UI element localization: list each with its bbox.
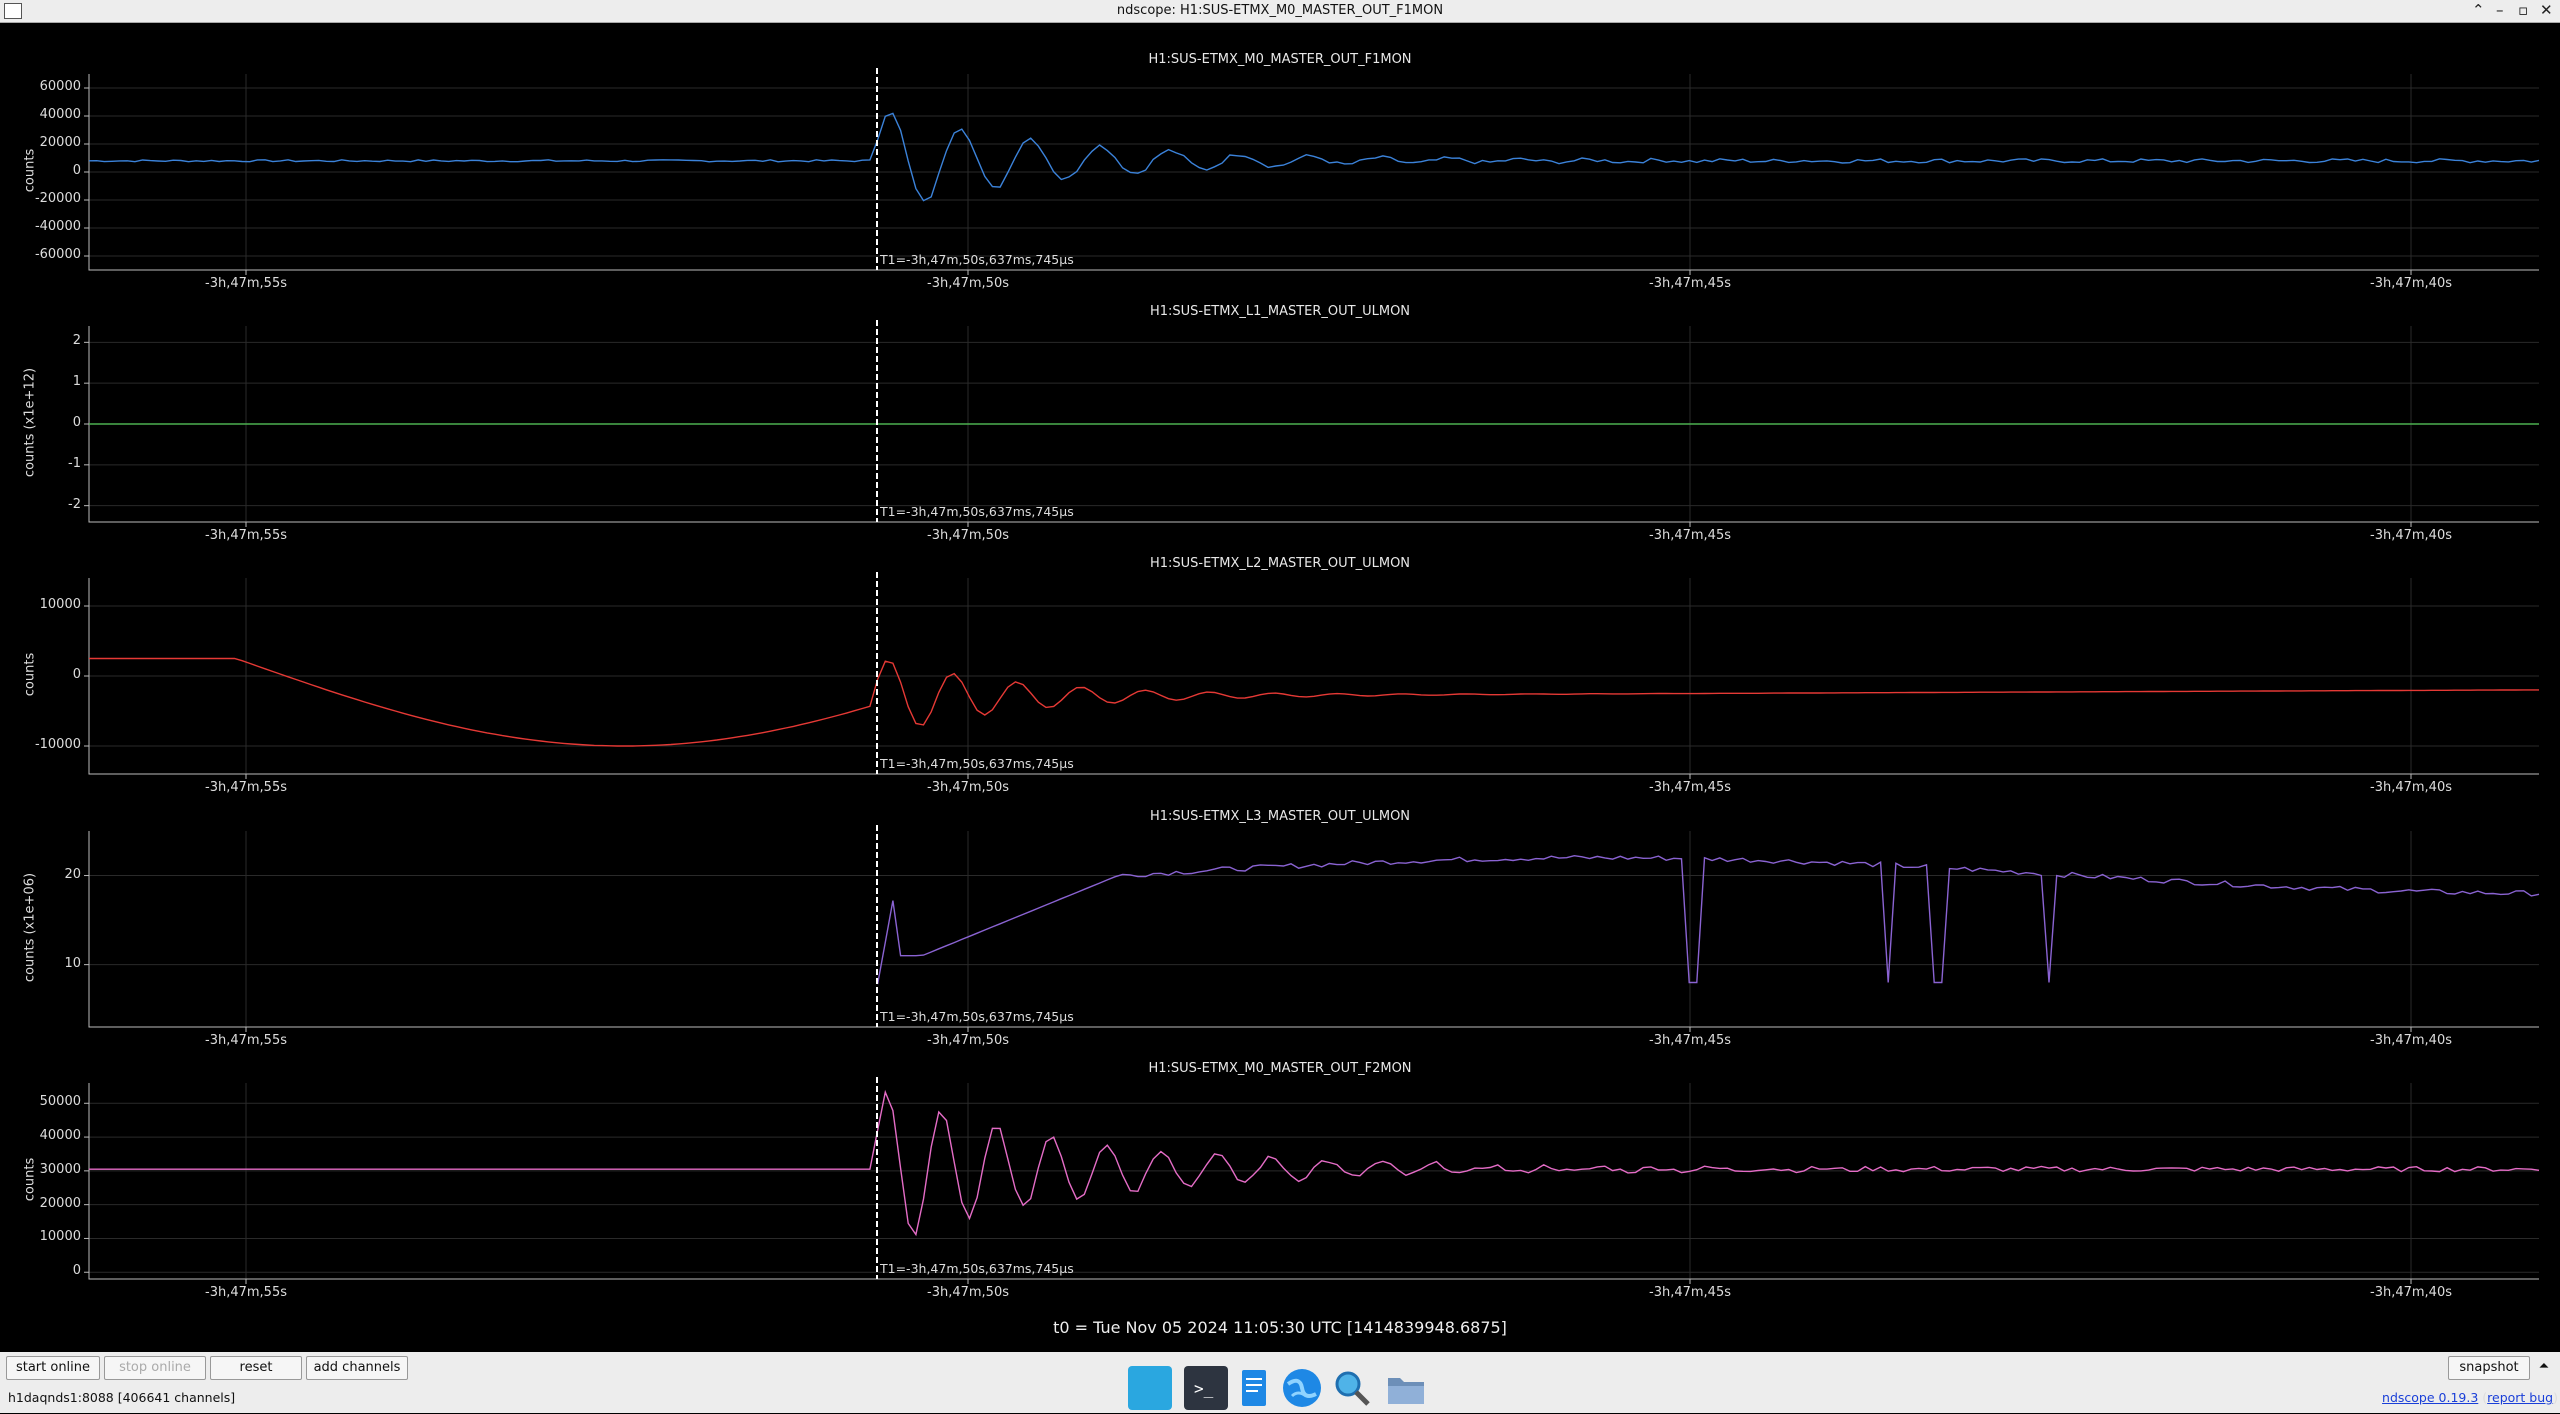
- stop-online-button[interactable]: stop online: [104, 1356, 206, 1380]
- maximize-button[interactable]: ▫: [2518, 1, 2528, 19]
- cursor-label: T1=-3h,47m,50s,637ms,745μs: [880, 252, 1074, 267]
- cursor-label: T1=-3h,47m,50s,637ms,745μs: [880, 756, 1074, 771]
- terminal-icon[interactable]: >_: [1184, 1366, 1228, 1410]
- x-tick-label: -3h,47m,55s: [205, 276, 287, 291]
- y-axis-label: counts: [22, 1157, 38, 1202]
- add-channels-button[interactable]: add channels: [306, 1356, 408, 1380]
- shade-button[interactable]: ⌃: [2472, 1, 2485, 19]
- y-axis-label: counts: [22, 652, 38, 697]
- minimize-button[interactable]: –: [2496, 1, 2504, 19]
- x-tick-label: -3h,47m,50s: [927, 276, 1009, 291]
- status-text: h1daqnds1:8088 [406641 channels]: [8, 1390, 236, 1405]
- plot-panel[interactable]: H1:SUS-ETMX_L2_MASTER_OUT_ULMON 10000 0 -10…: [0, 556, 2560, 808]
- report-bug-link[interactable]: report bug: [2487, 1390, 2553, 1405]
- x-tick-label: -3h,47m,50s: [927, 528, 1009, 543]
- x-tick-label: -3h,47m,55s: [205, 780, 287, 795]
- cursor-label: T1=-3h,47m,50s,637ms,745μs: [880, 504, 1074, 519]
- x-tick-label: -3h,47m,40s: [2370, 1285, 2452, 1300]
- x-tick-label: -3h,47m,45s: [1649, 780, 1731, 795]
- x-tick-label: -3h,47m,40s: [2370, 276, 2452, 291]
- window-titlebar: ndscope: H1:SUS-ETMX_M0_MASTER_OUT_F1MON…: [0, 0, 2560, 23]
- version-info: ndscope 0.19.3 (report bug): [2382, 1390, 2558, 1405]
- browser-icon[interactable]: [1280, 1366, 1324, 1410]
- plot-canvas[interactable]: [0, 304, 2560, 556]
- reset-button[interactable]: reset: [210, 1356, 302, 1380]
- window-title: ndscope: H1:SUS-ETMX_M0_MASTER_OUT_F1MON: [1116, 3, 1444, 18]
- plot-panel[interactable]: H1:SUS-ETMX_M0_MASTER_OUT_F1MON 60000 4000…: [0, 52, 2560, 304]
- x-tick-label: -3h,47m,50s: [927, 1285, 1009, 1300]
- plot-canvas[interactable]: [0, 556, 2560, 808]
- snapshot-button[interactable]: snapshot: [2448, 1356, 2530, 1380]
- signal-trace: [89, 657, 2539, 747]
- plot-panel[interactable]: H1:SUS-ETMX_L1_MASTER_OUT_ULMON 2 1 0 -1 -2 co…: [0, 304, 2560, 556]
- signal-trace: [88, 112, 2540, 202]
- search-icon[interactable]: [1330, 1366, 1374, 1410]
- x-tick-label: -3h,47m,50s: [927, 1033, 1009, 1048]
- x-tick-label: -3h,47m,55s: [205, 528, 287, 543]
- plot-panel[interactable]: H1:SUS-ETMX_L3_MASTER_OUT_ULMON 20 10 count…: [0, 809, 2560, 1061]
- t0-label: t0 = Tue Nov 05 2024 11:05:30 UTC [14148…: [1053, 1318, 1507, 1337]
- cursor-label: T1=-3h,47m,50s,637ms,745μs: [880, 1261, 1074, 1276]
- y-axis-label: counts (x1e+06): [22, 872, 38, 983]
- x-tick-label: -3h,47m,55s: [205, 1285, 287, 1300]
- axis-line: [88, 1083, 2539, 1280]
- x-tick-label: -3h,47m,55s: [205, 1033, 287, 1048]
- desktop-icon[interactable]: [1128, 1366, 1172, 1410]
- plot-canvas[interactable]: [0, 52, 2560, 304]
- svg-text:>_: >_: [1194, 1379, 1214, 1398]
- x-tick-label: -3h,47m,45s: [1649, 1285, 1731, 1300]
- plot-panel[interactable]: H1:SUS-ETMX_M0_MASTER_OUT_F2MON 50000 4000…: [0, 1061, 2560, 1313]
- x-tick-label: -3h,47m,50s: [927, 780, 1009, 795]
- signal-trace: [89, 1089, 2540, 1237]
- text-editor-icon[interactable]: [1232, 1366, 1276, 1410]
- x-tick-label: -3h,47m,45s: [1649, 276, 1731, 291]
- folder-icon[interactable]: [1384, 1366, 1428, 1410]
- x-tick-label: -3h,47m,40s: [2370, 528, 2452, 543]
- close-button[interactable]: ✕: [2540, 1, 2553, 19]
- x-tick-label: -3h,47m,45s: [1649, 1033, 1731, 1048]
- y-axis-label: counts: [22, 148, 38, 193]
- x-tick-label: -3h,47m,40s: [2370, 780, 2452, 795]
- menu-arrow-button[interactable]: ⏶: [2532, 1356, 2556, 1378]
- axis-line: [88, 831, 2539, 1028]
- cursor-label: T1=-3h,47m,50s,637ms,745μs: [880, 1009, 1074, 1024]
- y-axis-label: counts (x1e+12): [22, 367, 38, 478]
- x-tick-label: -3h,47m,45s: [1649, 528, 1731, 543]
- x-tick-label: -3h,47m,40s: [2370, 1033, 2452, 1048]
- version-link[interactable]: ndscope 0.19.3: [2382, 1390, 2478, 1405]
- plot-canvas[interactable]: [0, 809, 2560, 1061]
- start-online-button[interactable]: start online: [6, 1356, 100, 1380]
- plot-canvas[interactable]: [0, 1061, 2560, 1313]
